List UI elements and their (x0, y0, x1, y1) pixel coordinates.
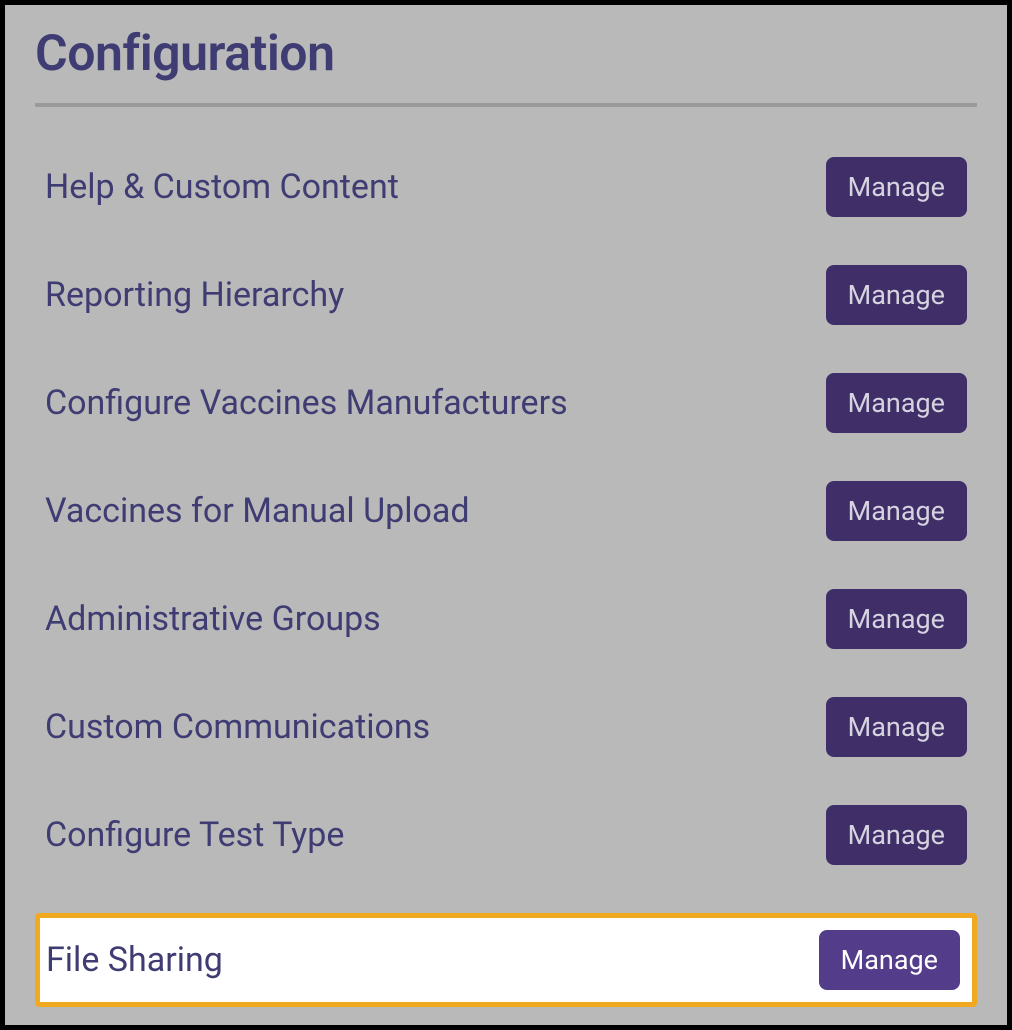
config-row-reporting-hierarchy: Reporting Hierarchy Manage (45, 265, 967, 325)
configuration-panel: Configuration Help & Custom Content Mana… (5, 5, 1007, 1027)
manage-button-help-custom-content[interactable]: Manage (826, 157, 967, 217)
config-row-configure-test-type: Configure Test Type Manage (45, 805, 967, 865)
config-list: Help & Custom Content Manage Reporting H… (35, 157, 977, 1007)
config-row-file-sharing: File Sharing Manage (35, 913, 977, 1007)
manage-button-configure-test-type[interactable]: Manage (826, 805, 967, 865)
config-label: Reporting Hierarchy (45, 275, 344, 315)
manage-button-configure-vaccines-manufacturers[interactable]: Manage (826, 373, 967, 433)
config-label: Configure Test Type (45, 815, 344, 855)
divider (35, 103, 977, 107)
config-label: Administrative Groups (45, 599, 381, 639)
config-row-vaccines-manual-upload: Vaccines for Manual Upload Manage (45, 481, 967, 541)
config-row-custom-communications: Custom Communications Manage (45, 697, 967, 757)
config-label: Vaccines for Manual Upload (45, 491, 470, 531)
config-label: Custom Communications (45, 707, 430, 747)
manage-button-vaccines-manual-upload[interactable]: Manage (826, 481, 967, 541)
config-row-help-custom-content: Help & Custom Content Manage (45, 157, 967, 217)
page-title: Configuration (35, 25, 977, 83)
config-label: Help & Custom Content (45, 167, 399, 207)
manage-button-file-sharing[interactable]: Manage (819, 930, 960, 990)
config-label: Configure Vaccines Manufacturers (45, 383, 568, 423)
manage-button-administrative-groups[interactable]: Manage (826, 589, 967, 649)
config-row-administrative-groups: Administrative Groups Manage (45, 589, 967, 649)
manage-button-reporting-hierarchy[interactable]: Manage (826, 265, 967, 325)
config-row-configure-vaccines-manufacturers: Configure Vaccines Manufacturers Manage (45, 373, 967, 433)
config-label: File Sharing (40, 940, 223, 980)
manage-button-custom-communications[interactable]: Manage (826, 697, 967, 757)
